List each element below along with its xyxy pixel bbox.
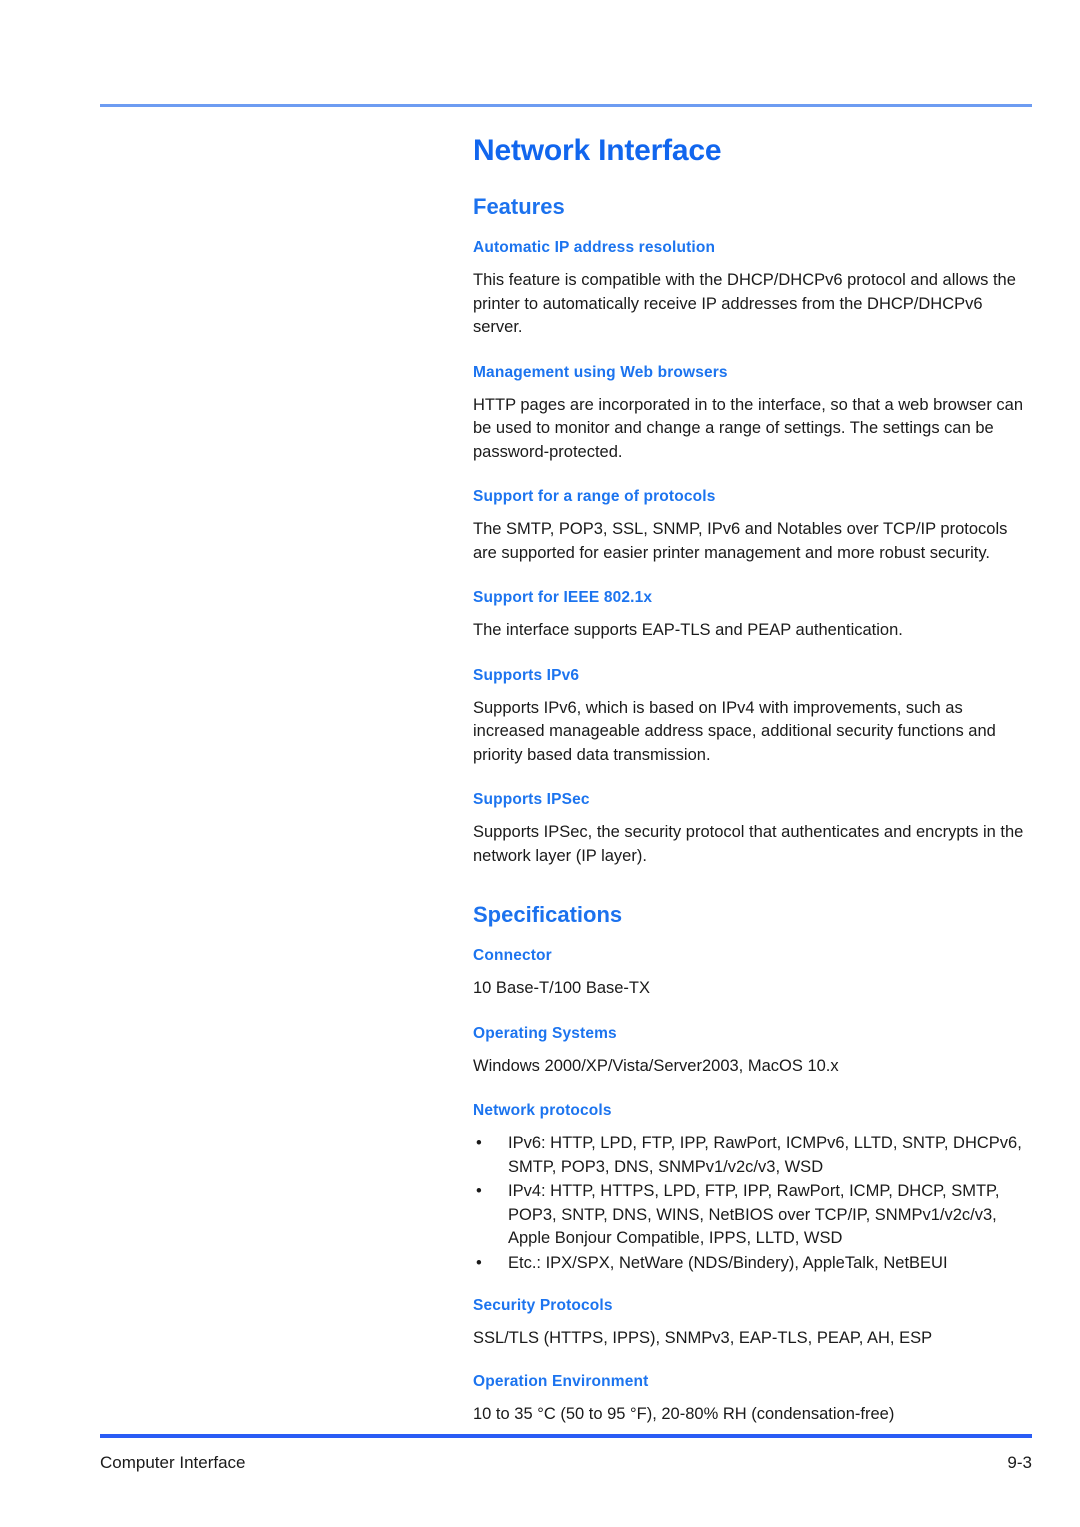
footer-chapter-label: Computer Interface: [100, 1453, 246, 1472]
section-heading-specifications: Specifications: [473, 902, 623, 927]
footer-page-number: 9-3: [1007, 1453, 1032, 1472]
subsection-heading-network-protocols: Network protocols: [473, 1102, 612, 1119]
subsection-body-support-for-ieee-802-1x: The interface supports EAP-TLS and PEAP …: [473, 621, 903, 639]
header-rule: [100, 104, 1032, 107]
subsection-value-operation-environment: 10 to 35 °C (50 to 95 °F), 20-80% RH (co…: [473, 1404, 895, 1423]
subsection-body-supports-ipsec: Supports IPSec, the security protocol th…: [473, 823, 1024, 865]
subsection-body-management-using-web-browsers: HTTP pages are incorporated in to the in…: [473, 395, 1023, 461]
subsection-value-operating-systems: Windows 2000/XP/Vista/Server2003, MacOS …: [473, 1056, 839, 1075]
list-item: • IPv6: HTTP, LPD, FTP, IPP, RawPort, IC…: [473, 1132, 1033, 1179]
subsection-value-connector: 10 Base-T/100 Base-TX: [473, 979, 651, 997]
document-page: Network Interface Features Automatic IP …: [0, 0, 1080, 1527]
list-item: • Etc.: IPX/SPX, NetWare (NDS/Bindery), …: [473, 1252, 1033, 1276]
page-footer: Computer Interface 9-3: [100, 1452, 1032, 1473]
section-heading-features: Features: [473, 194, 565, 219]
subsection-heading-support-for-ieee-802-1x: Support for IEEE 802.1x: [473, 589, 653, 606]
network-protocols-list: • IPv6: HTTP, LPD, FTP, IPP, RawPort, IC…: [473, 1132, 1033, 1275]
subsection-heading-connector: Connector: [473, 947, 552, 964]
subsection-heading-support-for-a-range-of-protocols: Support for a range of protocols: [473, 488, 716, 505]
page-title: Network Interface: [473, 134, 722, 167]
subsection-heading-supports-ipsec: Supports IPSec: [473, 791, 590, 808]
subsection-heading-automatic-ip-address-resolution: Automatic IP address resolution: [473, 239, 716, 256]
list-item-text: IPv6: HTTP, LPD, FTP, IPP, RawPort, ICMP…: [508, 1134, 1022, 1176]
list-item-text: IPv4: HTTP, HTTPS, LPD, FTP, IPP, RawPor…: [508, 1182, 1000, 1247]
footer-rule: [100, 1434, 1032, 1438]
bullet-icon: •: [476, 1134, 482, 1152]
page-content: Network Interface Features Automatic IP …: [473, 134, 1033, 1450]
subsection-heading-supports-ipv6: Supports IPv6: [473, 666, 580, 684]
subsection-body-automatic-ip-address-resolution: This feature is compatible with the DHCP…: [473, 271, 1016, 336]
bullet-icon: •: [476, 1182, 482, 1200]
subsection-value-security-protocols: SSL/TLS (HTTPS, IPPS), SNMPv3, EAP-TLS, …: [473, 1329, 933, 1347]
subsection-body-supports-ipv6: Supports IPv6, which is based on IPv4 wi…: [473, 698, 996, 764]
subsection-body-support-for-a-range-of-protocols: The SMTP, POP3, SSL, SNMP, IPv6 and Nota…: [473, 520, 1008, 562]
subsection-heading-operation-environment: Operation Environment: [473, 1372, 649, 1390]
list-item-text: Etc.: IPX/SPX, NetWare (NDS/Bindery), Ap…: [508, 1253, 948, 1272]
bullet-icon: •: [476, 1253, 482, 1272]
list-item: • IPv4: HTTP, HTTPS, LPD, FTP, IPP, RawP…: [473, 1180, 1033, 1251]
subsection-heading-operating-systems: Operating Systems: [473, 1024, 617, 1042]
subsection-heading-security-protocols: Security Protocols: [473, 1297, 613, 1314]
subsection-heading-management-using-web-browsers: Management using Web browsers: [473, 363, 728, 381]
